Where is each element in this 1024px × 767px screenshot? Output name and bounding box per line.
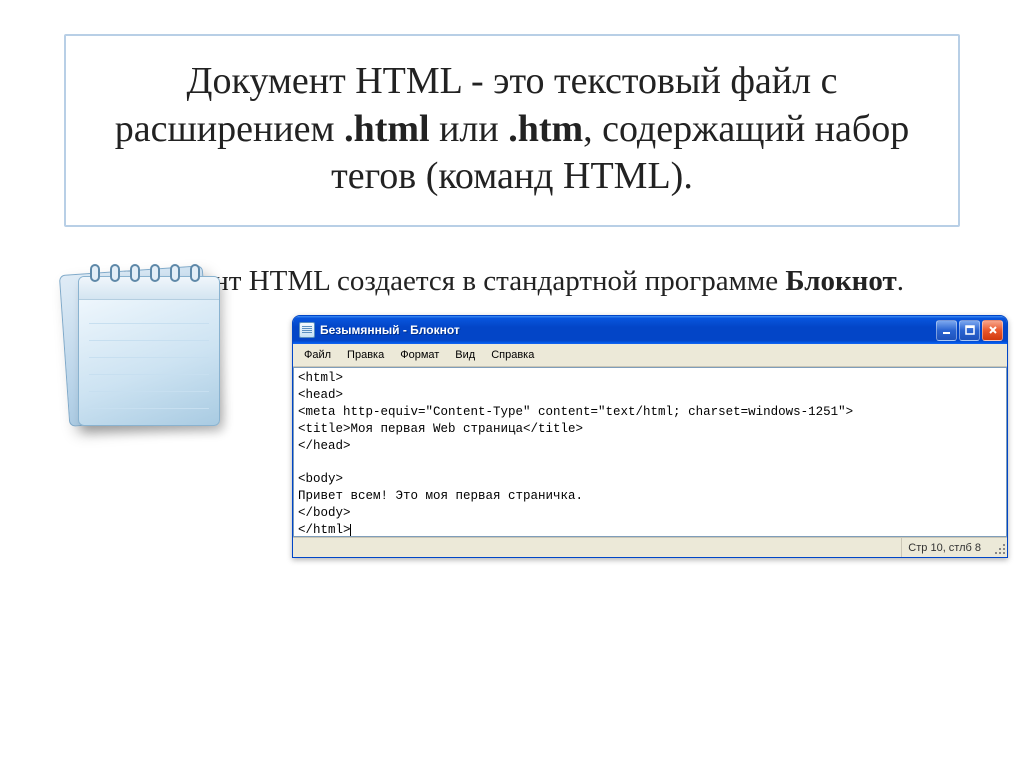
menu-format[interactable]: Формат: [393, 347, 446, 363]
subtitle-bold: Блокнот: [785, 265, 896, 297]
window-title: Безымянный - Блокнот: [320, 323, 936, 337]
notepad-icon: [50, 252, 250, 452]
text-cursor: [350, 524, 351, 537]
app-icon: [299, 322, 315, 338]
window-titlebar[interactable]: Безымянный - Блокнот: [293, 316, 1007, 344]
menu-edit[interactable]: Правка: [340, 347, 391, 363]
slide: Документ HTML - это текстовый файл с рас…: [0, 0, 1024, 767]
title-bold-2: .htm: [508, 108, 583, 150]
lower-area: Безымянный - Блокнот Файл Правка Формат: [30, 310, 994, 630]
title-bold-1: .html: [344, 108, 430, 150]
menu-help[interactable]: Справка: [484, 347, 541, 363]
notepad-window: Безымянный - Блокнот Файл Правка Формат: [292, 315, 1008, 558]
title-text-2: или: [430, 108, 509, 150]
statusbar: Стр 10, стлб 8: [293, 537, 1007, 557]
close-button[interactable]: [982, 320, 1003, 341]
maximize-button[interactable]: [959, 320, 980, 341]
text-content: <html> <head> <meta http-equiv="Content-…: [298, 371, 853, 537]
title-box: Документ HTML - это текстовый файл с рас…: [64, 34, 960, 227]
menu-view[interactable]: Вид: [448, 347, 482, 363]
subtitle-text-2: .: [897, 265, 904, 297]
status-position: Стр 10, стлб 8: [901, 538, 987, 557]
minimize-button[interactable]: [936, 320, 957, 341]
resize-grip-icon[interactable]: [991, 540, 1007, 556]
menubar: Файл Правка Формат Вид Справка: [293, 344, 1007, 367]
text-area[interactable]: <html> <head> <meta http-equiv="Content-…: [293, 367, 1007, 537]
menu-file[interactable]: Файл: [297, 347, 338, 363]
